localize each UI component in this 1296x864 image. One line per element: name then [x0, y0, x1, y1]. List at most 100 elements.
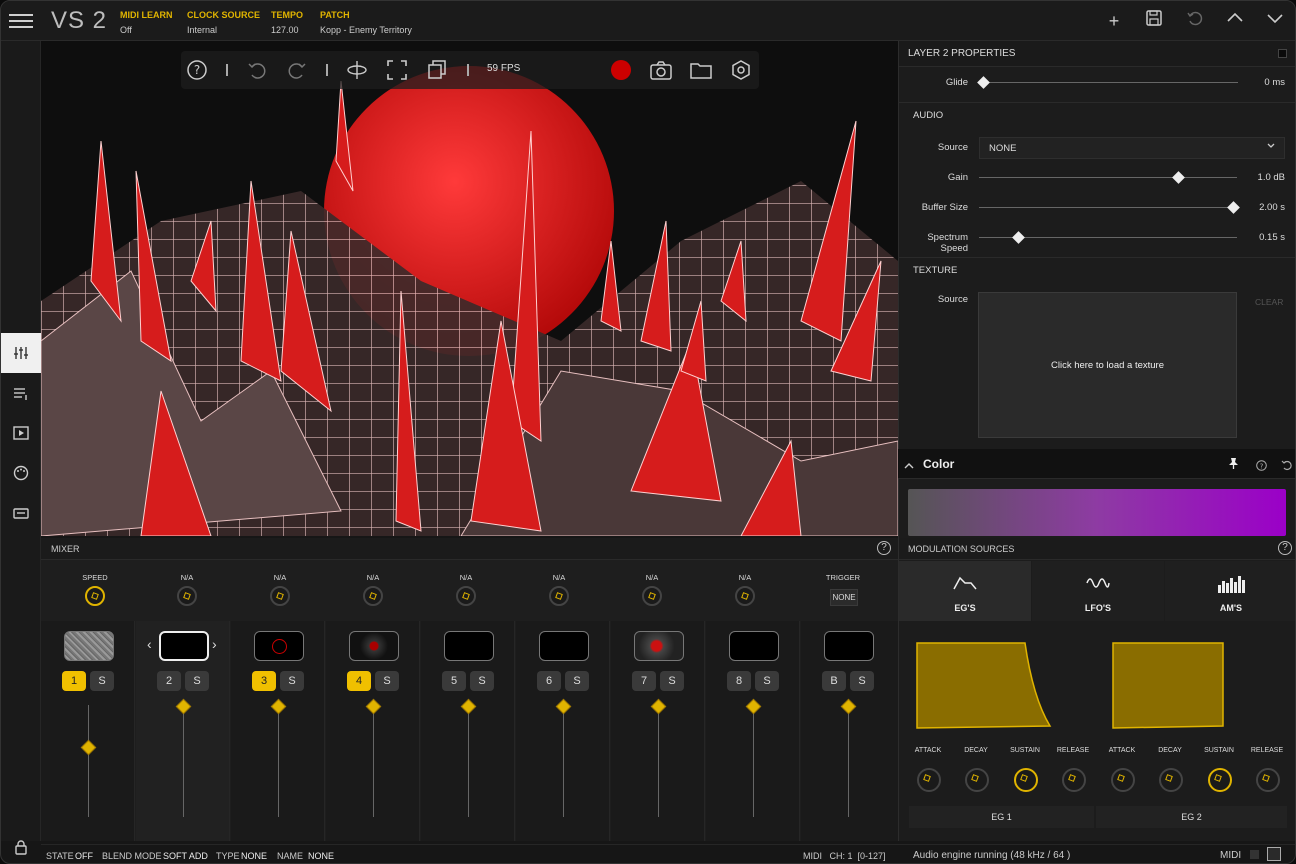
plus-icon[interactable]: + [1102, 9, 1126, 33]
eg2-sustain-knob[interactable] [1208, 768, 1232, 792]
channel-fader-track[interactable] [848, 705, 849, 817]
media-icon[interactable] [1, 413, 41, 453]
channel-number-button[interactable]: 2 [157, 671, 181, 691]
visual-viewport[interactable]: ? 59 FPS [41, 41, 898, 536]
channel-thumbnail[interactable] [64, 631, 114, 661]
channel-fader-track[interactable] [373, 705, 374, 817]
channel-thumbnail[interactable] [349, 631, 399, 661]
color-section-header[interactable]: Color ? [898, 449, 1295, 479]
trigger-select[interactable]: NONE [830, 589, 858, 606]
buffer-size-value[interactable]: 2.00 s [1259, 202, 1285, 213]
channel-fader-handle[interactable] [555, 698, 572, 715]
channel-thumbnail[interactable] [444, 631, 494, 661]
channel-fader-handle[interactable] [745, 698, 762, 715]
solo-button[interactable]: S [755, 671, 779, 691]
patch[interactable]: PATCH Kopp - Enemy Territory [320, 8, 412, 38]
channel-fader-handle[interactable] [840, 698, 857, 715]
knob[interactable] [456, 586, 476, 606]
resize-grip-icon[interactable] [1267, 847, 1281, 861]
channel-thumbnail[interactable] [634, 631, 684, 661]
gain-slider[interactable] [979, 177, 1237, 178]
eg1-sustain-knob[interactable] [1014, 768, 1038, 792]
help-icon[interactable]: ? [877, 541, 891, 555]
tempo[interactable]: TEMPO 127.00 [271, 8, 303, 38]
channel-thumbnail[interactable] [159, 631, 209, 661]
glide-slider[interactable] [983, 82, 1238, 83]
redo-icon[interactable] [285, 58, 309, 82]
eg2-attack-knob[interactable] [1111, 768, 1135, 792]
channel-number-button[interactable]: 1 [62, 671, 86, 691]
channel-number-button[interactable]: B [822, 671, 846, 691]
clone-icon[interactable] [425, 58, 449, 82]
channel-fader-handle[interactable] [175, 698, 192, 715]
audio-source-select[interactable]: NONE [979, 137, 1285, 159]
panel-toggle-icon[interactable] [1278, 49, 1287, 58]
channel-fader-handle[interactable] [460, 698, 477, 715]
fullscreen-icon[interactable] [385, 58, 409, 82]
device-icon[interactable] [1, 493, 41, 533]
eg2-decay-knob[interactable] [1159, 768, 1183, 792]
help-icon[interactable]: ? [1256, 458, 1267, 476]
gain-value[interactable]: 1.0 dB [1258, 172, 1285, 183]
save-icon[interactable] [1142, 9, 1166, 33]
tab-egs[interactable]: EG'S [899, 561, 1031, 621]
eg1-decay-knob[interactable] [965, 768, 989, 792]
knob[interactable] [735, 586, 755, 606]
eg1-selector[interactable]: EG 1 [909, 806, 1094, 828]
channel-number-button[interactable]: 8 [727, 671, 751, 691]
texture-clear-button[interactable]: CLEAR [1255, 297, 1283, 307]
mixer-view-icon[interactable] [1, 333, 41, 373]
knob[interactable] [270, 586, 290, 606]
undo-icon[interactable] [1183, 9, 1207, 33]
folder-icon[interactable] [689, 58, 713, 82]
color-gradient-picker[interactable] [908, 489, 1286, 536]
buffer-size-slider[interactable] [979, 207, 1237, 208]
chevron-down-icon[interactable] [1263, 9, 1287, 33]
help-icon[interactable]: ? [1278, 541, 1292, 555]
channel-fader-track[interactable] [753, 705, 754, 817]
channel-fader-track[interactable] [468, 705, 469, 817]
chevron-right-icon[interactable]: › [212, 636, 217, 652]
spectrum-speed-value[interactable]: 0.15 s [1259, 232, 1285, 243]
channel-fader-handle[interactable] [270, 698, 287, 715]
knob[interactable] [549, 586, 569, 606]
channel-fader-track[interactable] [563, 705, 564, 817]
chevron-left-icon[interactable]: ‹ [147, 636, 152, 652]
clock-source[interactable]: CLOCK SOURCE Internal [187, 8, 260, 38]
camera-icon[interactable] [649, 58, 673, 82]
texture-drop-area[interactable]: Click here to load a texture [978, 292, 1237, 438]
channel-number-button[interactable]: 4 [347, 671, 371, 691]
channel-fader-handle[interactable] [80, 739, 97, 756]
channel-fader-track[interactable] [183, 705, 184, 817]
channel-fader-track[interactable] [88, 705, 89, 817]
glide-value[interactable]: 0 ms [1264, 77, 1285, 88]
knob[interactable] [642, 586, 662, 606]
channel-fader-handle[interactable] [365, 698, 382, 715]
solo-button[interactable]: S [565, 671, 589, 691]
eg1-release-knob[interactable] [1062, 768, 1086, 792]
reset-icon[interactable] [1281, 458, 1292, 476]
midi-learn[interactable]: MIDI LEARN Off [120, 8, 173, 38]
solo-button[interactable]: S [280, 671, 304, 691]
channel-number-button[interactable]: 7 [632, 671, 656, 691]
eg1-envelope-graph[interactable] [915, 638, 1055, 730]
channel-thumbnail[interactable] [254, 631, 304, 661]
tab-lfos[interactable]: LFO'S [1032, 561, 1164, 621]
record-icon[interactable] [611, 60, 631, 80]
solo-button[interactable]: S [850, 671, 874, 691]
menu-icon[interactable] [9, 10, 33, 32]
channel-thumbnail[interactable] [539, 631, 589, 661]
channel-number-button[interactable]: 6 [537, 671, 561, 691]
solo-button[interactable]: S [470, 671, 494, 691]
solo-button[interactable]: S [375, 671, 399, 691]
pin-icon[interactable] [1227, 457, 1240, 475]
channel-thumbnail[interactable] [729, 631, 779, 661]
help-icon[interactable]: ? [185, 58, 209, 82]
channel-fader-handle[interactable] [650, 698, 667, 715]
solo-button[interactable]: S [185, 671, 209, 691]
orbit-icon[interactable] [345, 58, 369, 82]
channel-fader-track[interactable] [278, 705, 279, 817]
solo-button[interactable]: S [660, 671, 684, 691]
eg1-attack-knob[interactable] [917, 768, 941, 792]
knob[interactable] [363, 586, 383, 606]
